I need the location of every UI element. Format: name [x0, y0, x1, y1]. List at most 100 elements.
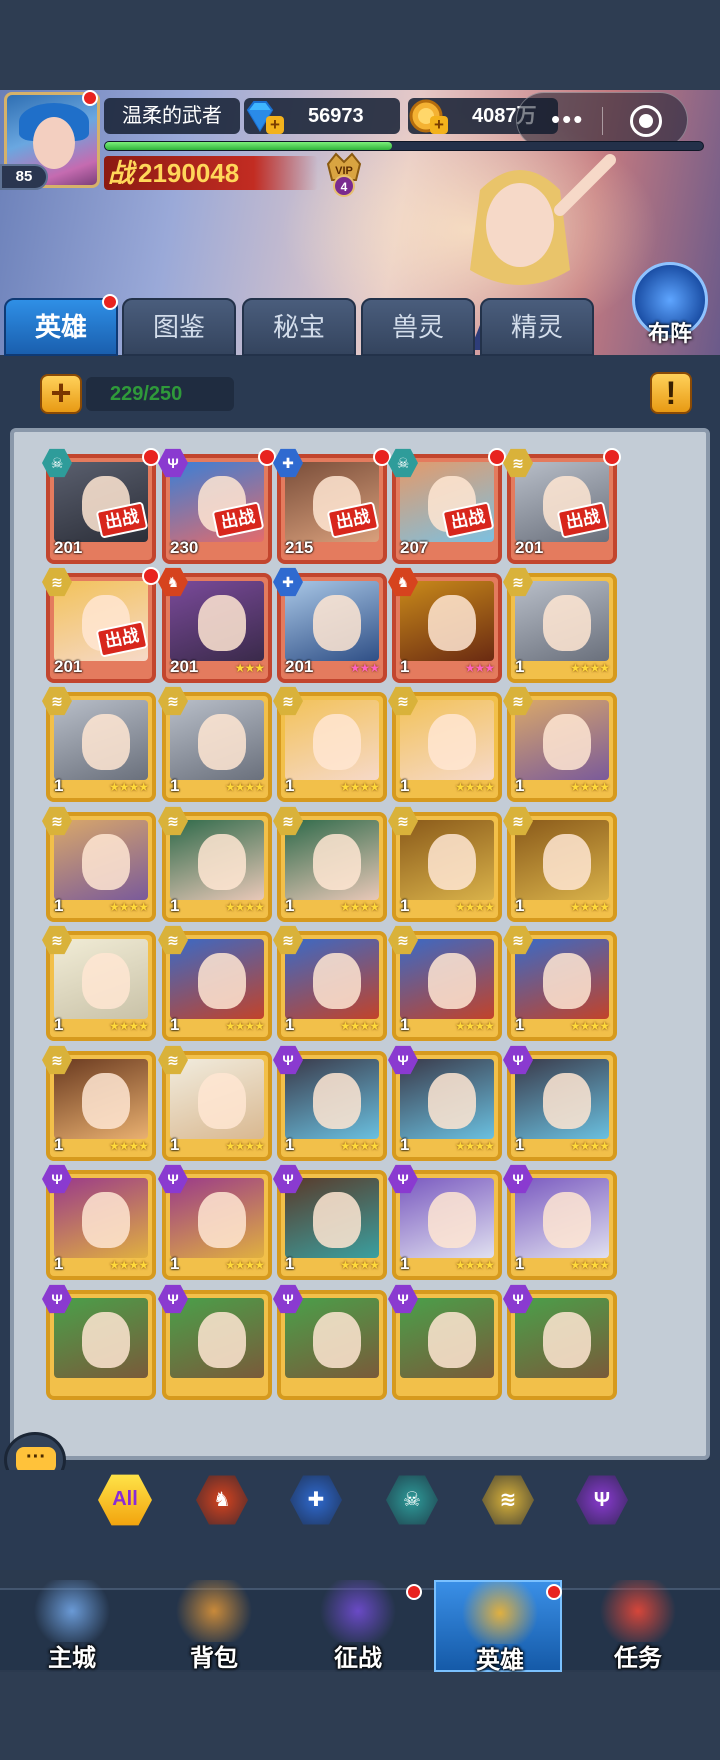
hero-portrait-elf-lord [54, 820, 148, 900]
more-options-button[interactable]: ••• [551, 105, 584, 133]
nav-label: 背包 [190, 1645, 238, 1672]
experience-fill [105, 142, 393, 150]
hero-portrait-dark-knight [515, 1059, 609, 1139]
hero-level: 215 [285, 538, 314, 557]
player-level: 85 [0, 164, 48, 190]
hero-stars: ★★★ [234, 661, 265, 675]
nav-castle[interactable]: 主城 [8, 1580, 136, 1672]
hero-face [82, 1192, 130, 1248]
hero-level: 201 [285, 657, 314, 676]
hero-portrait-blue-troll [285, 939, 379, 1019]
hero-stars: ★★★★ [108, 1258, 149, 1272]
nav-label: 任务 [614, 1645, 662, 1672]
hero-notification-dot [142, 448, 160, 466]
hero-face [428, 1312, 476, 1368]
hero-portrait-blue-troll [400, 939, 494, 1019]
hero-face [313, 834, 361, 890]
hero-portrait-blonde-girl [400, 700, 494, 780]
hero-level: 1 [515, 776, 525, 795]
nav-label: 主城 [48, 1645, 96, 1672]
hero-level: 1 [400, 1254, 410, 1273]
hero-portrait-blue-troll [515, 939, 609, 1019]
hero-stars: ★★★★ [224, 1019, 265, 1033]
hero-level: 1 [400, 657, 410, 676]
hero-level: 1 [285, 1254, 295, 1273]
vip-label: VIP [335, 165, 353, 177]
tab-heroes[interactable]: 英雄 [4, 298, 118, 356]
hero-face [82, 714, 130, 770]
hero-level: 201 [515, 538, 544, 557]
gem-count: 56973 [308, 105, 364, 127]
hero-face [198, 1192, 246, 1248]
hero-face [428, 834, 476, 890]
nav-notification-dot [406, 1584, 422, 1600]
hero-portrait-green-dragon [515, 1298, 609, 1378]
hero-portrait-dark-knight [400, 1059, 494, 1139]
hero-portrait-green-hair-girl [170, 820, 264, 900]
hero-portrait-purple-giant [170, 581, 264, 661]
nav-label: 英雄 [476, 1647, 524, 1674]
hero-level: 1 [515, 896, 525, 915]
hero-level: 1 [54, 1015, 64, 1034]
hero-level: 230 [170, 538, 199, 557]
gem-plus-icon[interactable]: + [266, 116, 284, 134]
close-target-icon[interactable] [630, 105, 662, 137]
hero-portrait-white-angel [54, 939, 148, 1019]
tab-treasure[interactable]: 秘宝 [242, 298, 356, 356]
expand-slots-button[interactable]: + [40, 374, 82, 414]
hero-stars: ★★★★ [339, 780, 380, 794]
hero-face [313, 953, 361, 1009]
hero-level: 201 [54, 538, 83, 557]
hero-portrait-gold-helmet [400, 581, 494, 661]
avatar-notification-dot [82, 90, 98, 106]
capsule-divider [602, 107, 603, 135]
hero-portrait-horned-warrior [285, 1178, 379, 1258]
nav-dragon-portal[interactable]: 征战 [294, 1580, 422, 1672]
tab-beast-spirit[interactable]: 兽灵 [361, 298, 475, 356]
hero-level: 1 [285, 1015, 295, 1034]
hero-level: 1 [285, 776, 295, 795]
experience-bar [104, 141, 704, 151]
hero-stars: ★★★★ [569, 780, 610, 794]
vip-badge-icon[interactable]: VIP 4 [322, 150, 366, 198]
tab-codex[interactable]: 图鉴 [122, 298, 236, 356]
castle-icon [32, 1580, 112, 1642]
hero-level: 201 [54, 657, 83, 676]
gold-plus-icon[interactable]: + [430, 116, 448, 134]
tab-spirit[interactable]: 精灵 [480, 298, 594, 356]
hero-level: 1 [54, 776, 64, 795]
hero-level: 201 [170, 657, 199, 676]
hero-stars: ★★★★ [454, 1258, 495, 1272]
hero-portrait-purple-mask [170, 1178, 264, 1258]
gem-resource[interactable]: + 56973 [244, 98, 400, 134]
nav-hero-helmet[interactable]: 英雄 [434, 1580, 562, 1674]
hero-level: 1 [170, 776, 180, 795]
hero-level: 1 [400, 896, 410, 915]
info-alert-button[interactable]: ! [650, 372, 692, 414]
nav-label: 征战 [334, 1645, 382, 1672]
hero-portrait-gold-hood [400, 820, 494, 900]
hero-level: 1 [170, 1015, 180, 1034]
hero-portrait-hooded-rogue [54, 1059, 148, 1139]
hero-level: 1 [515, 1135, 525, 1154]
hero-face [543, 1312, 591, 1368]
hero-face [198, 953, 246, 1009]
hero-stars: ★★★★ [569, 1258, 610, 1272]
hero-stars: ★★★★ [339, 1019, 380, 1033]
hero-portrait-silver-hair-hero [285, 581, 379, 661]
hero-portrait-dark-knight [285, 1059, 379, 1139]
hero-grid: 201 出战 ☠ 230 出战 Ψ 215 出战 ✚ 207 出战 ☠ 201 出战 ≋ 201 出战 ≋ 201 ★… [10, 428, 710, 1460]
nav-treasure-chest[interactable]: 背包 [150, 1580, 278, 1672]
dragon-portal-icon [318, 1580, 398, 1642]
hero-face [313, 1073, 361, 1129]
hero-portrait-void-elf [400, 1178, 494, 1258]
nav-scroll[interactable]: 任务 [574, 1580, 702, 1672]
power-value: 2190048 [138, 158, 240, 188]
hero-stars: ★★★★ [108, 900, 149, 914]
hero-face [543, 714, 591, 770]
hero-face [543, 1073, 591, 1129]
player-name: 温柔的武者 [104, 98, 240, 134]
hero-portrait-green-hair-girl [285, 820, 379, 900]
hero-notification-dot [142, 567, 160, 585]
hero-face [198, 1073, 246, 1129]
